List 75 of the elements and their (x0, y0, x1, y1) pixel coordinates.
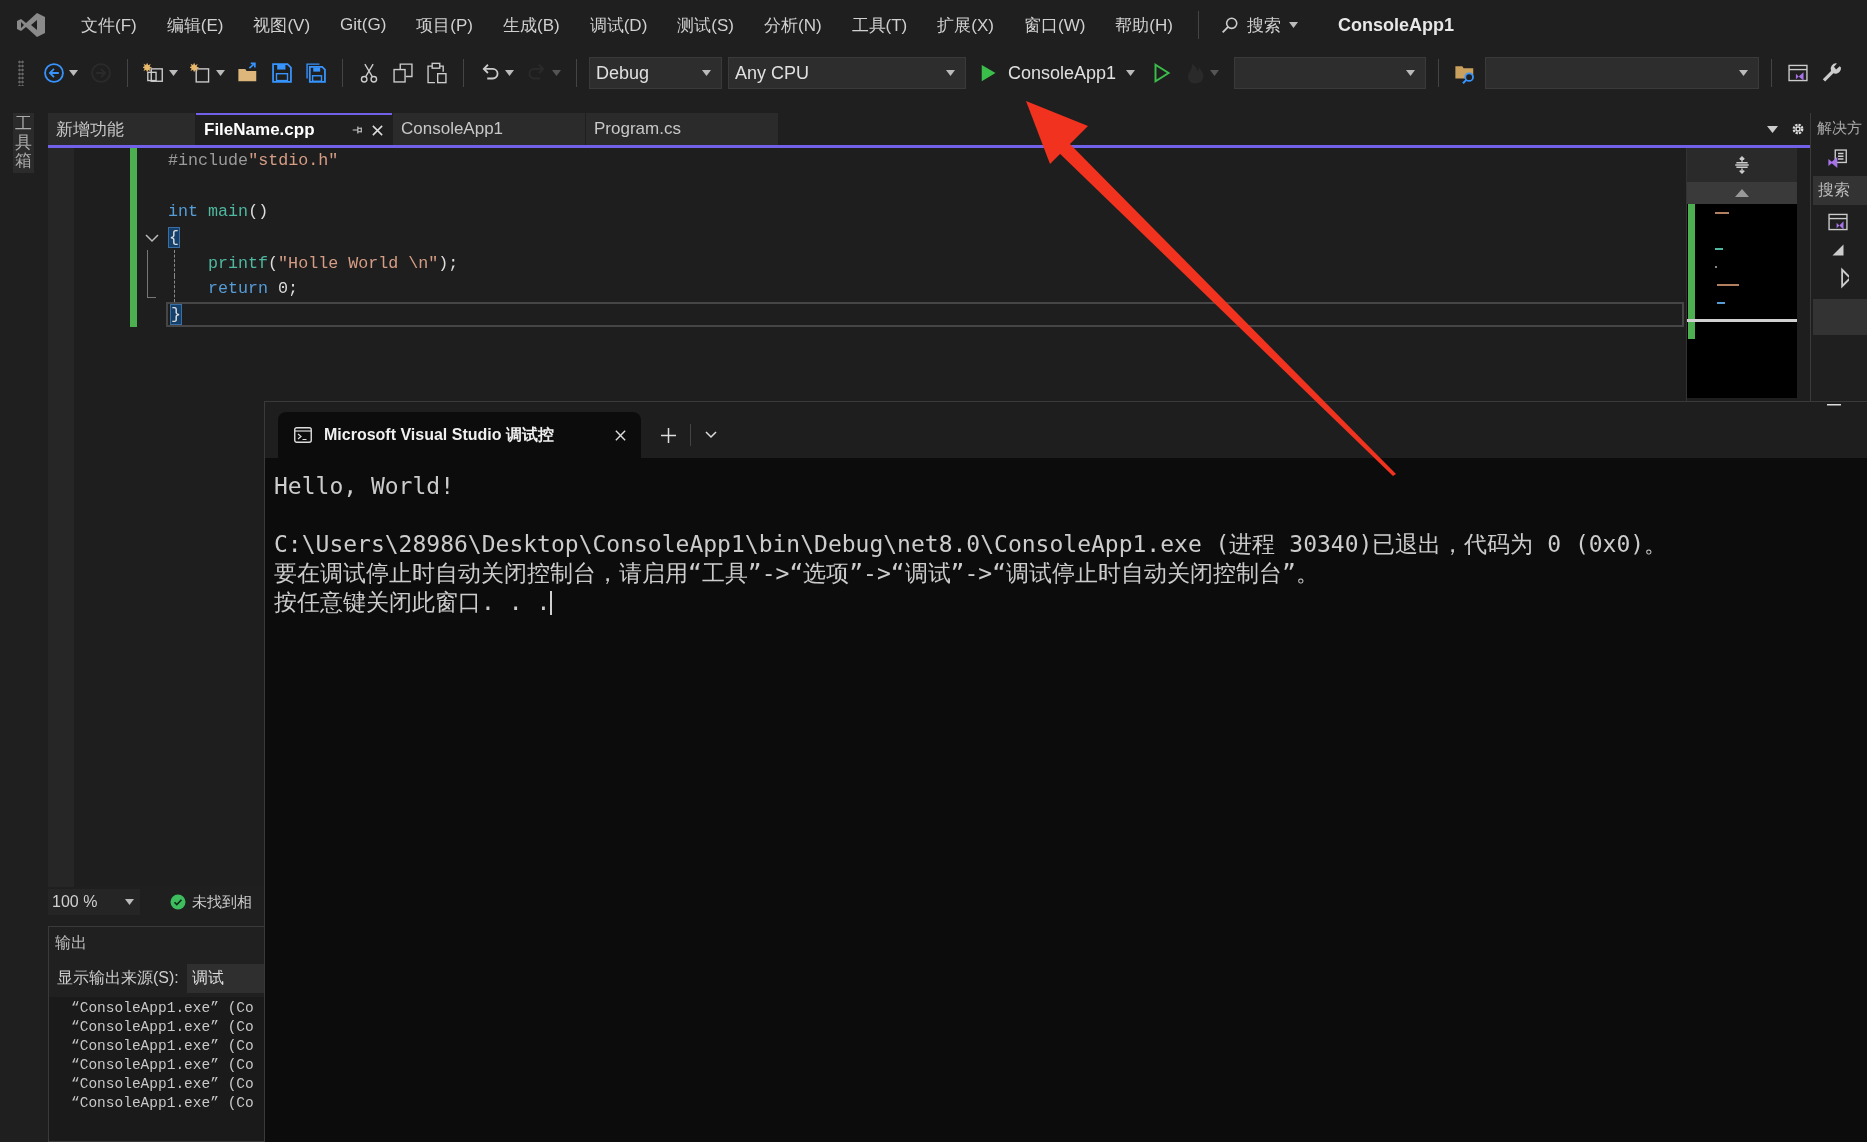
solution-icon[interactable] (1827, 148, 1849, 170)
console-line: 按任意键关闭此窗口. . . (274, 588, 551, 617)
caret-icon (216, 70, 225, 76)
menu-item[interactable]: 调试(D) (574, 13, 663, 37)
console-line: 要在调试停止时自动关闭控制台，请启用“工具”->“选项”->“调试”->“调试停止时自动关闭控制台”。 (274, 559, 1319, 588)
menu-item[interactable]: 项目(P) (401, 13, 488, 37)
code-line: #include"stdio.h" (168, 151, 339, 171)
console-line: Hello, World! (274, 472, 454, 501)
scroll-up-icon[interactable] (1735, 189, 1749, 197)
pin-icon[interactable] (351, 124, 363, 136)
menu-item[interactable]: 编辑(E) (151, 13, 239, 37)
chevron-down-icon[interactable] (705, 431, 717, 439)
minimap[interactable] (1687, 204, 1797, 398)
caret-icon (1210, 70, 1220, 76)
search-button[interactable]: 搜索 (1210, 13, 1308, 37)
source-label: 显示输出来源(S): (57, 968, 179, 988)
menu-item[interactable]: 窗口(W) (1008, 13, 1101, 37)
caret-icon (1126, 70, 1136, 76)
project-icon[interactable] (1827, 211, 1849, 233)
app-logo (16, 12, 46, 38)
caret-icon (1288, 22, 1298, 28)
close-icon[interactable] (614, 428, 627, 442)
caret-icon (1739, 70, 1749, 76)
split-icon[interactable] (1733, 156, 1751, 174)
close-icon[interactable] (371, 123, 384, 137)
menu-item[interactable]: 工具(T) (836, 13, 923, 37)
output-line: “ConsoleApp1.exe” (Co (71, 1037, 255, 1056)
output-line: “ConsoleApp1.exe” (Co (71, 1018, 255, 1037)
menu-item[interactable]: 生成(B) (488, 13, 575, 37)
output-line: “ConsoleApp1.exe” (Co (71, 1056, 255, 1075)
caret-icon (552, 70, 561, 76)
toolbox-tab[interactable]: 工具箱 (12, 113, 34, 174)
configuration-dropdown[interactable]: Any CPU (728, 57, 966, 89)
caret-icon (505, 70, 514, 76)
start-button[interactable]: ConsoleApp1 (972, 62, 1142, 84)
editor-tab[interactable]: 新增功能 (48, 113, 195, 145)
source-dropdown[interactable]: 调试 (186, 964, 265, 993)
caret-icon (702, 70, 711, 76)
panel-title: 解决方 (1816, 118, 1863, 138)
caret-icon (125, 899, 134, 905)
menu-item[interactable]: Git(G) (325, 15, 402, 35)
issues-status[interactable]: 未找到相 (192, 892, 252, 912)
search-field[interactable]: 搜索 (1813, 176, 1867, 205)
fold-chevron-icon[interactable] (144, 232, 159, 243)
code-line: int main() (168, 202, 269, 222)
panel-title: 输出 (54, 933, 88, 953)
configuration-dropdown[interactable]: Debug (589, 57, 722, 89)
menu-item[interactable]: 扩展(X) (922, 13, 1009, 37)
zoom-dropdown[interactable]: 100 % (48, 889, 140, 915)
plus-icon[interactable] (661, 427, 676, 443)
menu-item[interactable]: 帮助(H) (1100, 13, 1188, 37)
caret-icon (946, 70, 955, 76)
editor-tab[interactable]: ConsoleApp1 (393, 113, 585, 145)
output-line: “ConsoleApp1.exe” (Co (71, 1075, 255, 1094)
editor-tab[interactable]: Program.cs (586, 113, 778, 145)
caret-icon (169, 70, 178, 76)
search-icon (1220, 16, 1239, 34)
caret-icon (69, 70, 78, 76)
check-circle-icon (170, 894, 186, 910)
console-tab[interactable]: Microsoft Visual Studio 调试控 (278, 412, 641, 458)
solution-title: ConsoleApp1 (1337, 14, 1454, 36)
menu-item[interactable]: 文件(F) (66, 13, 152, 37)
caret-icon[interactable] (1767, 125, 1778, 133)
settings-icon[interactable] (1790, 121, 1806, 137)
console-line: C:\Users\28986\Desktop\ConsoleApp1\bin\Debug\net8.0\ConsoleApp1.exe (进程 30340)已退出，代码为 0 (0x0)。 (274, 530, 1668, 559)
caret-icon (1406, 70, 1416, 76)
output-line: “ConsoleApp1.exe” (Co (71, 999, 255, 1018)
code-line: return 0; (208, 279, 299, 299)
code-line: printf("Holle World \n"); (208, 253, 459, 273)
minimize-icon[interactable] (1827, 404, 1841, 406)
menu-item[interactable]: 测试(S) (662, 13, 749, 37)
menu-item[interactable]: 视图(V) (238, 13, 326, 37)
menu-item[interactable]: 分析(N) (748, 13, 837, 37)
terminal-icon (294, 427, 312, 443)
output-line: “ConsoleApp1.exe” (Co (71, 1094, 255, 1113)
